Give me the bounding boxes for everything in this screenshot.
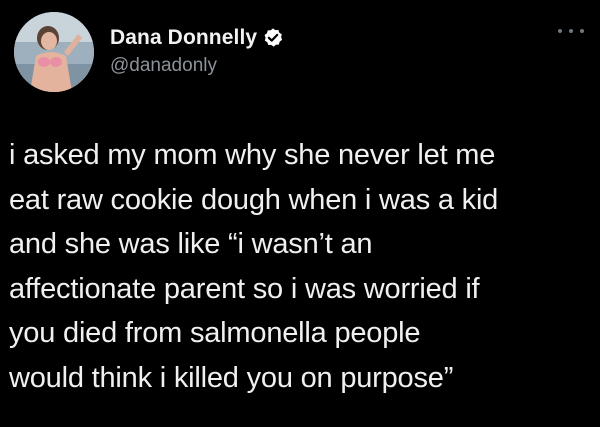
author-handle[interactable]: @danadonly [110,55,217,77]
author-display-name[interactable]: Dana Donnelly [110,26,257,50]
tweet-text-line: would think i killed you on purpose” [9,361,454,394]
author-avatar[interactable] [14,12,94,92]
author-name-row: Dana Donnelly [110,25,284,51]
ellipsis-dot [569,29,573,33]
tweet-text: i asked my mom why she never let me eat … [9,133,594,400]
tweet-text-line: and she was like “i wasn’t an [9,228,373,260]
tweet-text-line: you died from salmonella people [9,317,421,349]
ellipsis-dot [558,29,562,33]
tweet-text-line: affectionate parent so i was worried if [9,272,480,305]
tweet-text-line: eat raw cookie dough when i was a kid [9,183,499,216]
verified-badge-icon [262,27,284,49]
ellipsis-icon[interactable] [558,24,584,38]
tweet-text-line: i asked my mom why she never let me [9,139,496,171]
tweet-card: Dana Donnelly @danadonly i asked my mom … [0,0,600,427]
avatar-photo-icon [14,12,94,92]
ellipsis-dot [580,29,584,33]
